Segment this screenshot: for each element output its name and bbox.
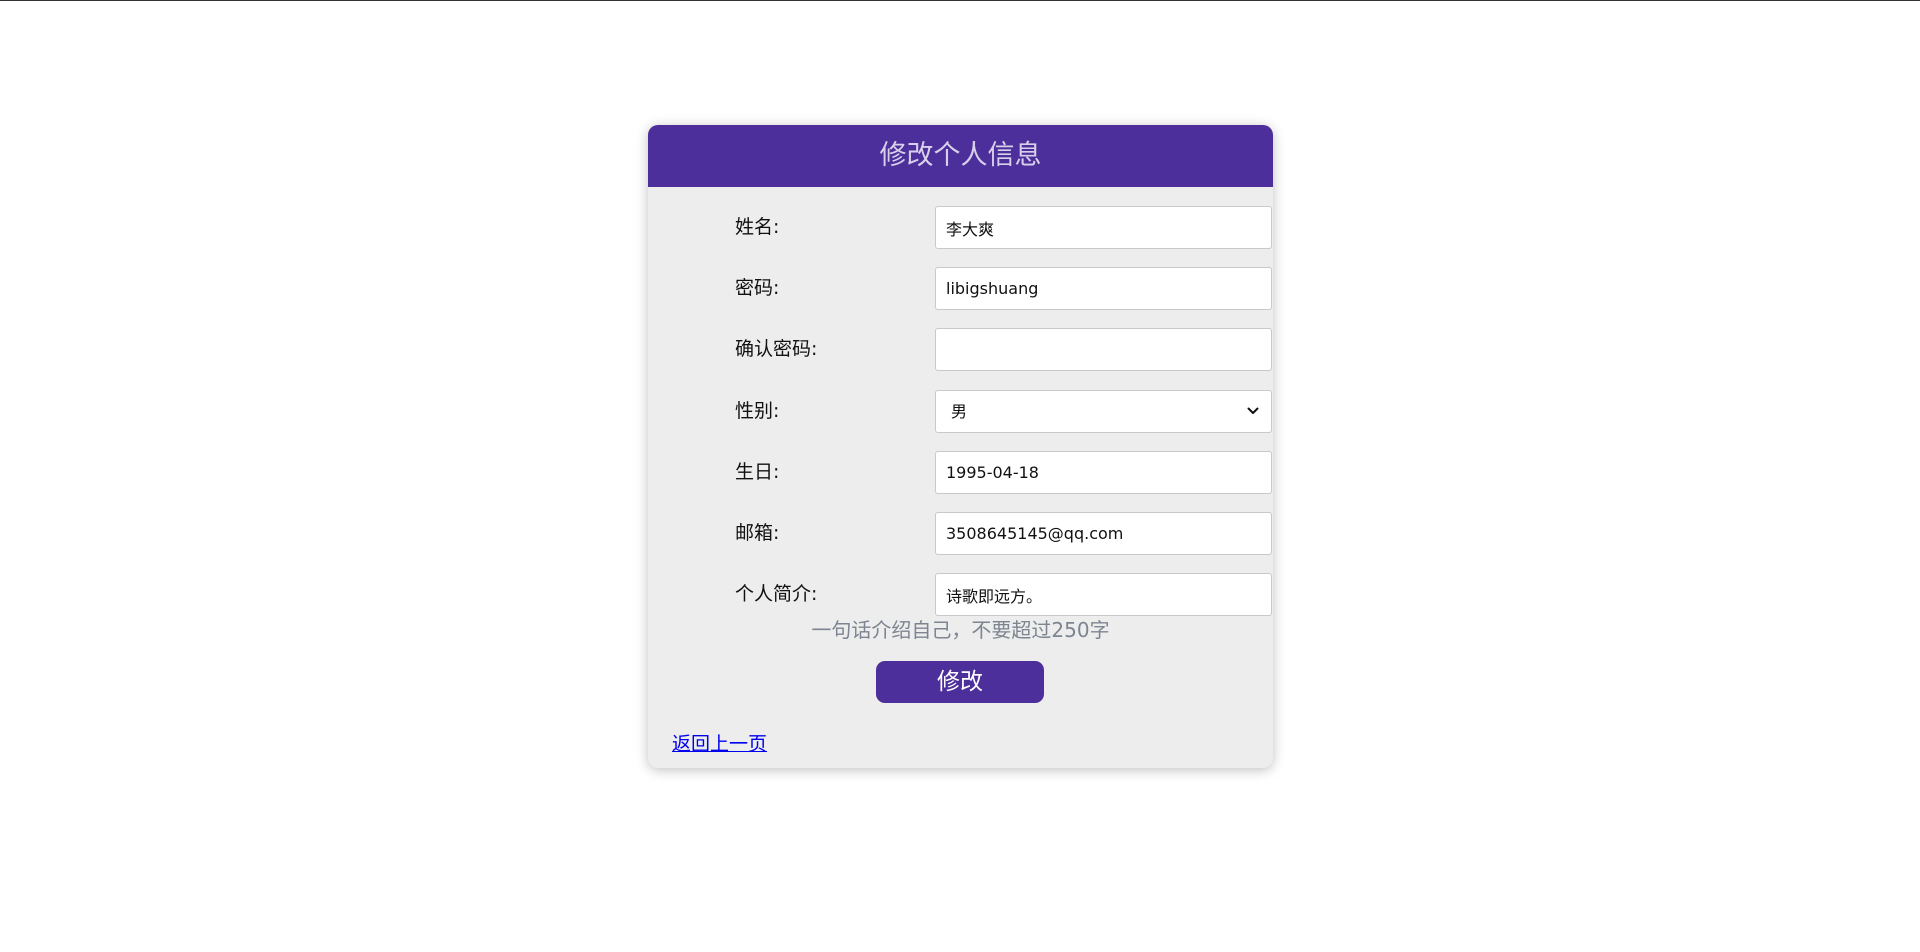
birthday-input[interactable] (935, 451, 1272, 494)
confirm-password-input[interactable] (935, 328, 1272, 371)
gender-select[interactable]: 男 (935, 390, 1272, 433)
chevron-down-icon (1247, 407, 1259, 414)
email-row: 邮箱: (735, 512, 1272, 555)
confirm-password-label: 确认密码: (735, 338, 818, 360)
back-link[interactable]: 返回上一页 (672, 729, 767, 756)
bio-label: 个人简介: (735, 583, 818, 605)
password-row: 密码: (735, 267, 1272, 310)
bio-hint: 一句话介绍自己，不要超过250字 (811, 618, 1110, 642)
submit-button[interactable]: 修改 (876, 661, 1044, 703)
bio-input[interactable] (935, 573, 1272, 616)
confirm-password-row: 确认密码: (735, 328, 1272, 371)
profile-edit-card: 修改个人信息 姓名: 密码: 确认密码: 性别: 男 生日: 邮箱: 个人简介:… (648, 125, 1273, 768)
name-input[interactable] (935, 206, 1272, 249)
gender-label: 性别: (735, 400, 780, 422)
gender-select-value: 男 (951, 402, 968, 421)
page-title: 修改个人信息 (648, 125, 1273, 187)
password-label: 密码: (735, 277, 780, 299)
bio-row: 个人简介: (735, 573, 1272, 616)
birthday-label: 生日: (735, 461, 780, 483)
gender-row: 性别: 男 (735, 390, 1272, 433)
email-input[interactable] (935, 512, 1272, 555)
name-label: 姓名: (735, 216, 780, 238)
top-border (0, 0, 1920, 1)
email-label: 邮箱: (735, 522, 780, 544)
name-row: 姓名: (735, 206, 1272, 249)
password-input[interactable] (935, 267, 1272, 310)
birthday-row: 生日: (735, 451, 1272, 494)
